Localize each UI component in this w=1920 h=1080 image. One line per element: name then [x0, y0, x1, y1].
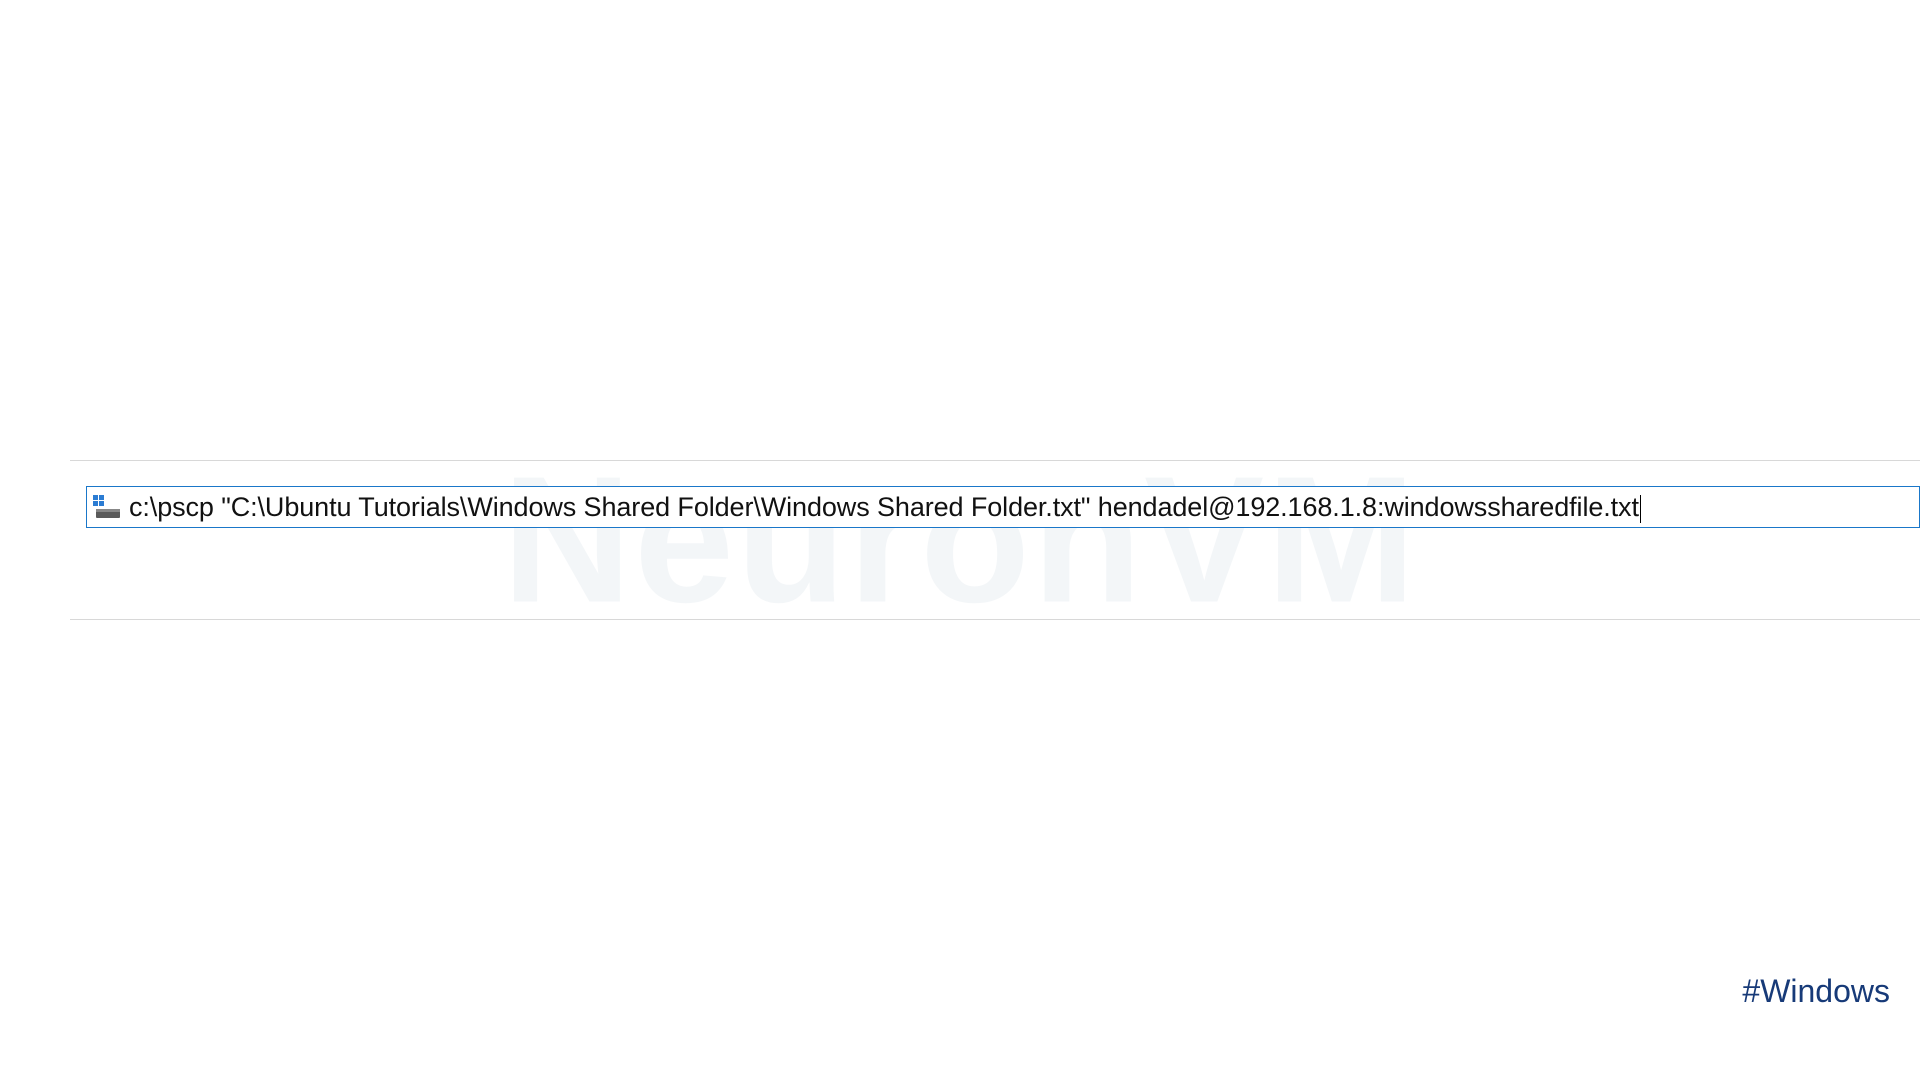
command-prompt-icon: [93, 495, 121, 519]
run-command-input[interactable]: c:\pscp "C:\Ubuntu Tutorials\Windows Sha…: [86, 486, 1920, 528]
text-cursor: [1640, 495, 1642, 523]
hashtag-label: #Windows: [1742, 973, 1890, 1010]
run-command-row: c:\pscp "C:\Ubuntu Tutorials\Windows Sha…: [86, 486, 1920, 528]
run-dialog-panel: [70, 460, 1920, 620]
run-command-text: c:\pscp "C:\Ubuntu Tutorials\Windows Sha…: [129, 492, 1639, 523]
